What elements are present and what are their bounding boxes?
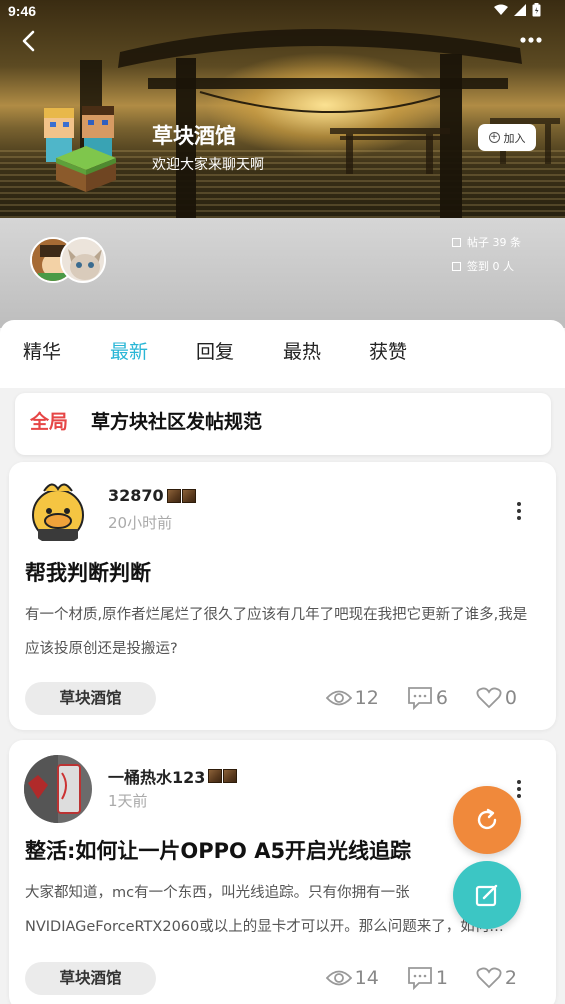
- post-stats: 12 6 0: [298, 686, 517, 710]
- tab-hottest[interactable]: 最热: [283, 337, 321, 364]
- post-time: 1天前: [108, 792, 148, 810]
- author-avatar-image: [24, 755, 92, 823]
- edit-icon: [475, 884, 498, 907]
- views-stat: 12: [325, 687, 379, 709]
- post-title[interactable]: 帮我判断判断: [25, 557, 540, 587]
- tab-most-liked[interactable]: 获赞: [369, 337, 407, 364]
- post-more-icon[interactable]: [516, 502, 522, 520]
- tab-latest[interactable]: 最新: [110, 337, 148, 364]
- author-name-text: 32870: [108, 486, 164, 505]
- member-avatar[interactable]: [60, 237, 106, 283]
- group-name: 草块酒馆: [152, 124, 236, 148]
- views-count: 14: [354, 967, 379, 989]
- signal-icon: [514, 4, 526, 16]
- plus-circle-icon: +: [488, 132, 500, 143]
- views-stat: 14: [325, 967, 379, 989]
- comments-count: 6: [435, 687, 448, 709]
- author-avatar-image: [24, 477, 92, 545]
- heart-icon: [476, 687, 502, 709]
- author-name-text: 一桶热水123: [108, 768, 206, 787]
- battery-icon: [532, 3, 541, 17]
- level-badge-icon: [208, 769, 238, 783]
- views-count: 12: [354, 687, 379, 709]
- checkin-stat-text: 签到 0 人: [467, 260, 514, 273]
- pinned-tag: 全局: [30, 411, 69, 433]
- comments-stat[interactable]: 1: [407, 966, 448, 990]
- comments-count: 1: [435, 967, 448, 989]
- author-avatar[interactable]: [24, 755, 92, 823]
- pinned-post[interactable]: 全局 草方块社区发帖规范: [15, 393, 551, 455]
- new-post-button[interactable]: [453, 861, 521, 929]
- post-board-tag[interactable]: 草块酒馆: [25, 962, 156, 995]
- tab-replies[interactable]: 回复: [196, 337, 234, 364]
- group-banner: 9:46 草块酒馆 欢迎大家来聊天啊 + 加入: [0, 0, 565, 220]
- likes-count: 0: [504, 687, 517, 709]
- refresh-icon: [477, 808, 497, 830]
- likes-stat[interactable]: 0: [476, 687, 517, 709]
- post-card[interactable]: 32870 20小时前 帮我判断判断 有一个材质,原作者烂尾烂了很久了应该有几年…: [9, 462, 556, 730]
- eye-icon: [325, 970, 352, 986]
- post-board-tag[interactable]: 草块酒馆: [25, 682, 156, 715]
- post-time: 20小时前: [108, 514, 173, 532]
- author-avatar[interactable]: [24, 477, 92, 545]
- join-button[interactable]: + 加入: [478, 124, 536, 151]
- wifi-icon: [494, 4, 508, 15]
- group-description: 欢迎大家来聊天啊: [152, 157, 264, 173]
- comment-icon: [407, 967, 432, 990]
- tab-featured[interactable]: 精华: [23, 337, 61, 364]
- level-badge-icon: [166, 488, 196, 503]
- join-label: 加入: [503, 131, 526, 145]
- author-name[interactable]: 一桶热水123: [108, 764, 238, 788]
- tab-bar: 精华 最新 回复 最热 获赞: [0, 320, 565, 388]
- status-icons: [494, 3, 541, 17]
- eye-icon: [325, 690, 352, 706]
- status-bar: 9:46: [0, 0, 565, 24]
- calendar-icon: [452, 261, 461, 271]
- post-stats: 14 1 2: [298, 966, 517, 990]
- author-name[interactable]: 32870: [108, 486, 196, 505]
- status-time: 9:46: [8, 3, 37, 19]
- pinned-title: 草方块社区发帖规范: [91, 411, 263, 433]
- document-icon: [452, 237, 461, 247]
- likes-count: 2: [504, 967, 517, 989]
- comments-stat[interactable]: 6: [407, 686, 448, 710]
- posts-stat: 帖子 39 条: [452, 234, 521, 250]
- posts-stat-text: 帖子 39 条: [467, 236, 521, 249]
- post-more-icon[interactable]: [516, 780, 522, 798]
- group-logo: [44, 106, 116, 192]
- likes-stat[interactable]: 2: [476, 967, 517, 989]
- heart-icon: [476, 967, 502, 989]
- more-menu-button[interactable]: [519, 30, 543, 50]
- checkin-stat: 签到 0 人: [452, 258, 514, 274]
- back-button[interactable]: [16, 28, 42, 54]
- comment-icon: [407, 687, 432, 710]
- post-body[interactable]: 有一个材质,原作者烂尾烂了很久了应该有几年了吧现在我把它更新了谁多,我是应该投原…: [25, 598, 537, 666]
- refresh-button[interactable]: [453, 786, 521, 854]
